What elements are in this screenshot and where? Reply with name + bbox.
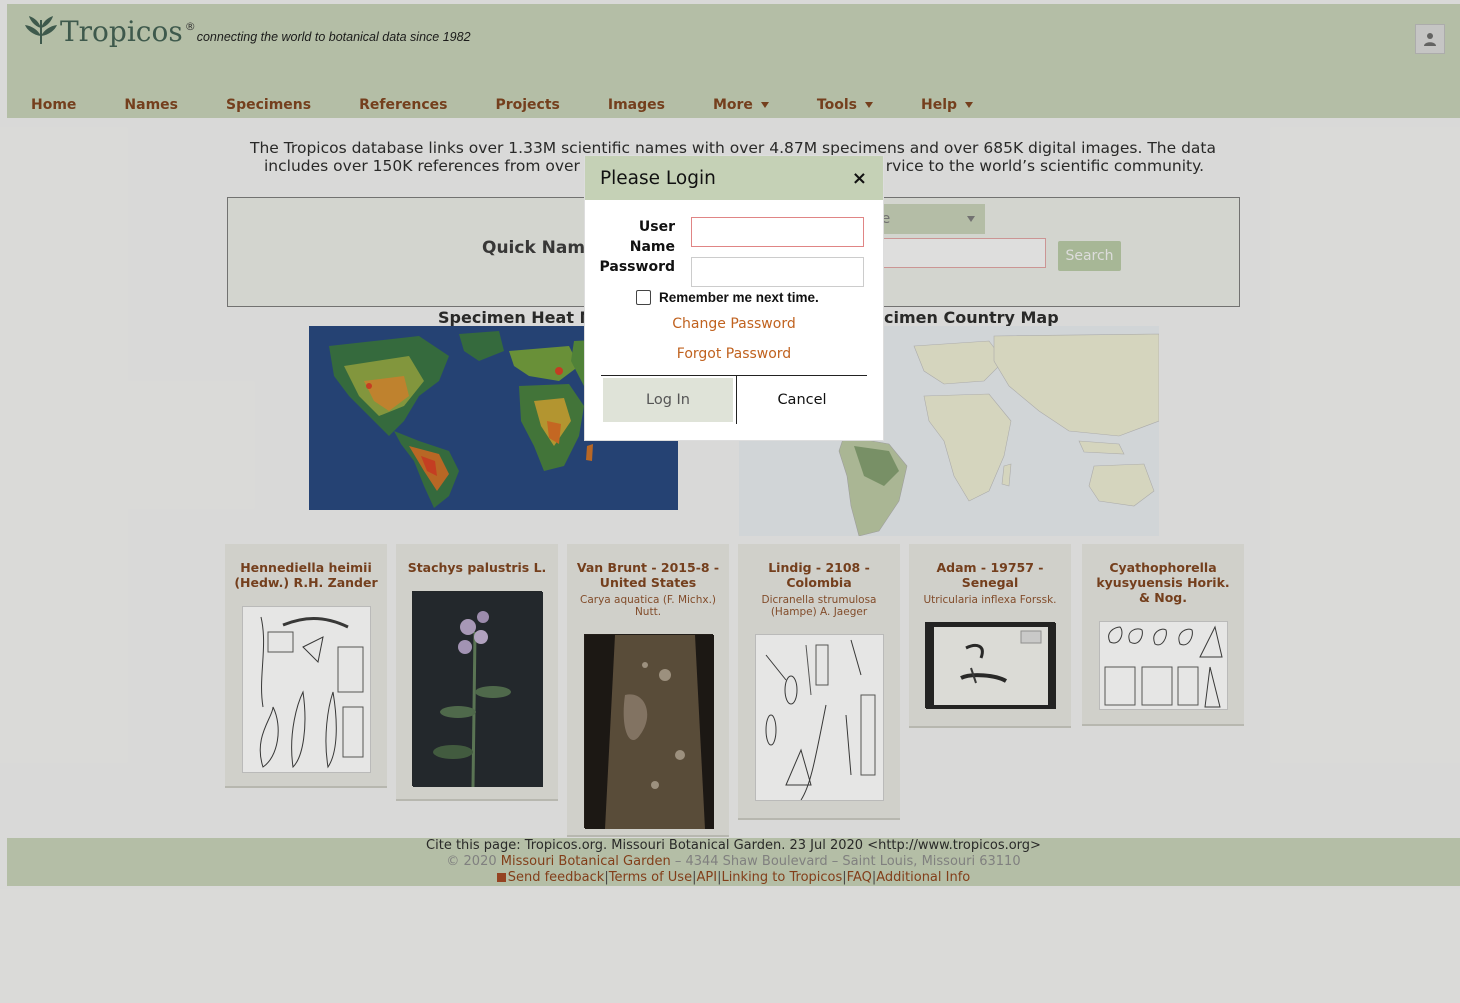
login-modal: Please Login × User Name Password Rememb… (585, 156, 883, 440)
modal-backdrop[interactable] (0, 0, 1460, 1003)
remember-me[interactable]: Remember me next time. (636, 290, 819, 305)
modal-header: Please Login × (585, 156, 883, 200)
username-label-line1: User (638, 219, 675, 235)
username-label-line2: Name (629, 239, 675, 255)
modal-title: Please Login (600, 167, 716, 189)
remember-me-label[interactable]: Remember me next time. (659, 290, 819, 305)
change-password-link[interactable]: Change Password (585, 316, 883, 332)
username-label: User Name (625, 217, 675, 257)
forgot-password-link[interactable]: Forgot Password (585, 346, 883, 362)
modal-divider (601, 375, 867, 376)
username-input[interactable] (691, 217, 864, 247)
remember-me-checkbox[interactable] (636, 290, 651, 305)
close-icon[interactable]: × (852, 168, 867, 189)
password-label: Password (599, 259, 675, 275)
log-in-button[interactable]: Log In (603, 378, 733, 422)
cancel-button[interactable]: Cancel (737, 378, 867, 422)
password-input[interactable] (691, 257, 864, 287)
